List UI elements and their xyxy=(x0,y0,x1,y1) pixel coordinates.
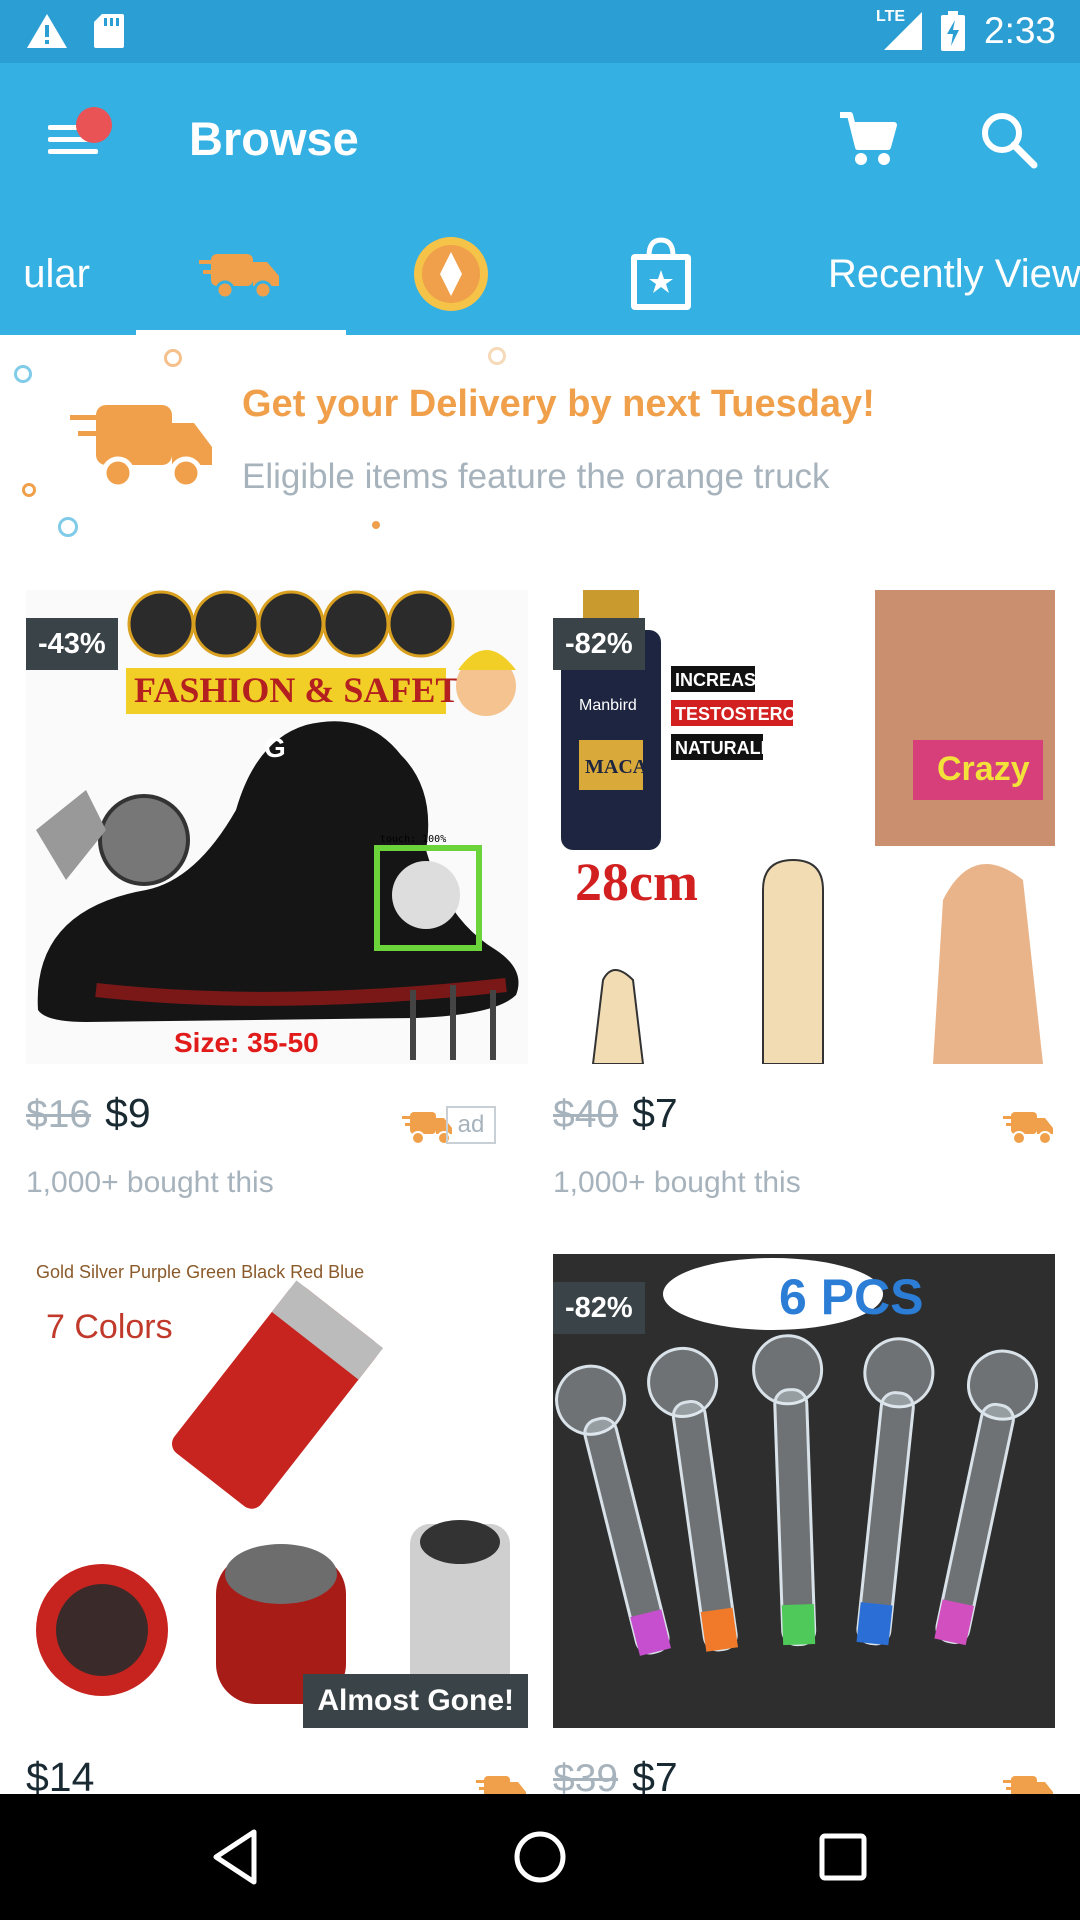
signal-icon xyxy=(884,12,922,50)
tab-recently-viewed[interactable]: Recently View xyxy=(828,213,1080,335)
image-size-label: Size: 35-50 xyxy=(174,1027,319,1058)
decoration xyxy=(22,483,36,497)
touch-label: touch: 100% xyxy=(380,834,446,845)
tab-gold[interactable] xyxy=(346,213,556,335)
tab-deals[interactable] xyxy=(556,213,766,335)
banner-subtitle: Eligible items feature the orange truck xyxy=(242,457,830,496)
price-row: $40 $7 xyxy=(553,1090,1055,1150)
image-tag: Crazy xyxy=(937,750,1030,788)
decoration xyxy=(58,517,78,537)
image-colors-line: Gold Silver Purple Green Black Red Blue xyxy=(36,1262,364,1282)
original-price: $40 xyxy=(553,1093,619,1136)
menu-icon-bar xyxy=(48,149,98,154)
almost-gone-badge: Almost Gone! xyxy=(303,1674,528,1728)
image-line1: INCREASE xyxy=(675,670,768,690)
product-card[interactable]: FASHION & SAFETY G touch: 100% Size: 35-… xyxy=(26,590,528,1210)
original-price: $16 xyxy=(26,1093,92,1136)
status-bar: LTE 2:33 xyxy=(0,0,1080,63)
product-card[interactable]: 6 PCS -82% $39 $7 xyxy=(553,1254,1055,1809)
image-product: MACA xyxy=(585,756,648,778)
product-card[interactable]: Manbird MACA INCREASE TESTOSTERONE NATUR… xyxy=(553,590,1055,1210)
battery-charging-icon xyxy=(941,11,965,51)
sd-card-icon xyxy=(94,14,124,48)
image-line3: NATURALLY xyxy=(675,738,782,758)
price-row: $16 $9 ad xyxy=(26,1090,528,1150)
decoration xyxy=(488,347,506,365)
delivery-truck-icon xyxy=(199,254,279,300)
cart-icon[interactable] xyxy=(836,107,900,171)
app-bar: Browse ular Recently View xyxy=(0,63,1080,336)
back-icon[interactable] xyxy=(204,1824,270,1890)
shopping-bag-star-icon xyxy=(631,237,691,310)
delivery-truck-icon xyxy=(70,405,212,490)
clock: 2:33 xyxy=(984,10,1057,51)
delivery-truck-icon xyxy=(1003,1112,1053,1145)
product-image[interactable]: Manbird MACA INCREASE TESTOSTERONE NATUR… xyxy=(553,590,1055,1064)
warning-icon xyxy=(27,14,67,48)
delivery-banner[interactable]: Get your Delivery by next Tuesday! Eligi… xyxy=(0,335,1080,555)
search-icon[interactable] xyxy=(976,107,1040,171)
notification-dot xyxy=(76,107,112,143)
image-headline: 6 PCS xyxy=(779,1269,924,1325)
recents-icon[interactable] xyxy=(810,1824,876,1890)
discount-badge: -43% xyxy=(26,618,118,670)
gold-coin-icon xyxy=(414,237,488,311)
ad-badge: ad xyxy=(446,1106,496,1144)
image-line2: TESTOSTERONE xyxy=(675,704,822,724)
banner-title: Get your Delivery by next Tuesday! xyxy=(242,383,875,425)
discount-badge: -82% xyxy=(553,1282,645,1334)
home-icon[interactable] xyxy=(507,1824,573,1890)
decoration xyxy=(164,349,182,367)
decoration xyxy=(14,365,32,383)
decoration xyxy=(372,521,380,529)
product-card[interactable]: Gold Silver Purple Green Black Red Blue … xyxy=(26,1254,528,1809)
image-size-text: 28cm xyxy=(575,852,698,912)
image-headline: 7 Colors xyxy=(46,1308,173,1346)
bought-count: 1,000+ bought this xyxy=(26,1166,274,1199)
product-image[interactable]: Gold Silver Purple Green Black Red Blue … xyxy=(26,1254,528,1728)
image-brand: Manbird xyxy=(579,697,637,714)
tab-fast-delivery[interactable] xyxy=(136,213,346,335)
svg-text:G: G xyxy=(264,732,286,763)
menu-button[interactable] xyxy=(40,103,112,173)
page-title: Browse xyxy=(189,112,359,165)
product-image[interactable]: 6 PCS -82% xyxy=(553,1254,1055,1728)
image-headline: FASHION & SAFETY xyxy=(134,670,485,710)
sale-price: $9 xyxy=(105,1090,151,1136)
grinder-image: Gold Silver Purple Green Black Red Blue … xyxy=(26,1254,528,1728)
tab-popular[interactable]: ular xyxy=(0,213,90,335)
sale-price: $7 xyxy=(632,1090,678,1136)
system-nav-bar xyxy=(0,1794,1080,1920)
discount-badge: -82% xyxy=(553,618,645,670)
bought-count: 1,000+ bought this xyxy=(553,1166,801,1199)
category-tabs: ular Recently View xyxy=(0,213,1080,335)
product-image[interactable]: FASHION & SAFETY G touch: 100% Size: 35-… xyxy=(26,590,528,1064)
